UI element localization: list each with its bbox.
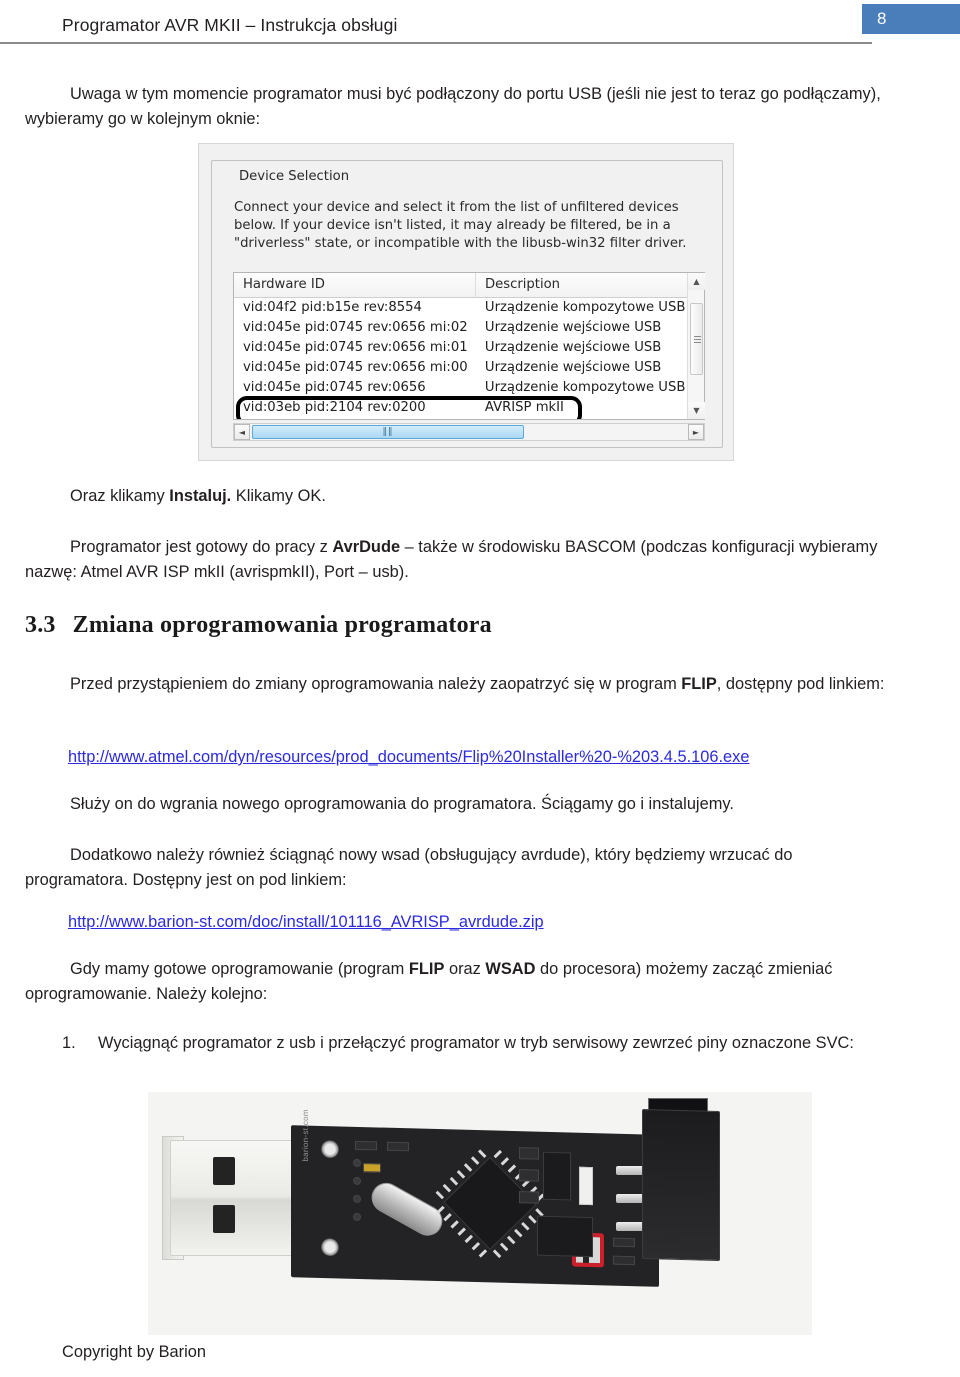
groupbox-title: Device Selection (234, 169, 355, 184)
smd-pad (353, 1212, 361, 1222)
ready-to-change-paragraph: Gdy mamy gotowe oprogramowanie (program … (25, 957, 890, 1007)
smd-resistor (613, 1237, 635, 1248)
vertical-scrollbar[interactable]: ▲ ▼ (687, 273, 705, 419)
ready-change-bold-flip: FLIP (408, 960, 445, 978)
smd-pad (353, 1176, 361, 1186)
flip-purpose-paragraph: Służy on do wgrania nowego oprogramowani… (70, 795, 734, 813)
cell-description: Urządzenie kompozytowe USB (484, 300, 686, 315)
flip-download-link-wrapper: http://www.atmel.com/dyn/resources/prod_… (68, 748, 749, 767)
cell-hardware-id: vid:045e pid:0745 rev:0656 mi:00 (243, 360, 468, 375)
cell-description: Urządzenie kompozytowe USB (484, 380, 686, 395)
programmer-board-photo: barion-st.com (148, 1092, 812, 1335)
scrollbar-grip-icon (694, 336, 701, 343)
header-divider-rule (0, 42, 872, 44)
smd-capacitor (519, 1191, 539, 1204)
flip-download-link[interactable]: http://www.atmel.com/dyn/resources/prod_… (68, 748, 749, 766)
column-header-hardware-id[interactable]: Hardware ID (234, 273, 476, 298)
smd-resistor (355, 1140, 377, 1151)
pcb-mounting-hole (321, 1237, 339, 1257)
table-row-avrisp-mkii-highlighted[interactable]: vid:03eb pid:2104 rev:0200 AVRISP mkII (234, 396, 687, 419)
pcb-silkscreen-brand: barion-st.com (301, 1109, 310, 1162)
flip-text-2: , dostępny pod linkiem: (716, 675, 885, 693)
idc-connector-header (642, 1108, 720, 1262)
ready-change-text-2: oraz (444, 960, 486, 978)
flip-bold: FLIP (681, 675, 717, 693)
section-title: Zmiana oprogramowania programatora (72, 612, 492, 638)
cell-hardware-id: vid:045e pid:0745 rev:0656 mi:02 (243, 320, 468, 335)
pcb-mounting-hole (321, 1139, 339, 1159)
soic-chip (537, 1215, 593, 1258)
flip-requirement-paragraph: Przed przystąpieniem do zmiany oprogramo… (25, 672, 885, 697)
cell-hardware-id: vid:03eb pid:2104 rev:0200 (243, 400, 426, 415)
device-selection-dialog-screenshot: Device Selection Connect your device and… (198, 143, 734, 461)
avrdude-ready-paragraph: Programator jest gotowy do pracy z AvrDu… (25, 535, 895, 585)
wsad-download-link[interactable]: http://www.barion-st.com/doc/install/101… (68, 913, 544, 931)
avrdude-ready-text-1: Programator jest gotowy do pracy z (70, 538, 333, 556)
horizontal-scrollbar[interactable]: ◄ ‖‖ ► (233, 423, 705, 441)
vertical-scrollbar-thumb[interactable] (690, 303, 703, 375)
list-item-text: Wyciągnąć programator z usb i przełączyć… (98, 1034, 854, 1052)
numbered-step-list: 1. Wyciągnąć programator z usb i przełąc… (62, 1031, 892, 1056)
table-row[interactable]: vid:045e pid:0745 rev:0656 mi:00 Urządze… (234, 358, 687, 378)
smd-capacitor (519, 1169, 539, 1182)
column-header-description[interactable]: Description (476, 273, 687, 298)
white-component (579, 1166, 593, 1206)
document-header-title: Programator AVR MKII – Instrukcja obsług… (62, 15, 398, 35)
pcb-board: barion-st.com (291, 1109, 659, 1287)
intro-paragraph: Uwaga w tym momencie programator musi by… (25, 85, 881, 128)
scroll-up-arrow-icon[interactable]: ▲ (688, 273, 705, 290)
wsad-requirement-paragraph: Dodatkowo należy również ściągnąć nowy w… (25, 846, 793, 889)
table-row[interactable]: vid:045e pid:0745 rev:0656 mi:02 Urządze… (234, 318, 687, 338)
scroll-down-arrow-icon[interactable]: ▼ (688, 402, 705, 419)
dialog-instructions-text: Connect your device and select it from t… (234, 200, 687, 251)
cell-description: AVRISP mkII (484, 400, 564, 415)
section-heading: 3.3 Zmiana oprogramowania programatora (25, 612, 492, 639)
footer-copyright: Copyright by Barion (62, 1343, 206, 1361)
device-list-table[interactable]: Hardware ID Description vid:04f2 pid:b15… (234, 273, 687, 419)
list-item: 1. Wyciągnąć programator z usb i przełąc… (62, 1031, 892, 1056)
cell-hardware-id: vid:045e pid:0745 rev:0656 mi:01 (243, 340, 468, 355)
install-click-text-1: Oraz klikamy (70, 487, 170, 505)
cell-description: Urządzenie wejściowe USB (484, 340, 662, 355)
status-led (363, 1163, 381, 1173)
smd-capacitor (519, 1147, 539, 1160)
cell-description: Urządzenie wejściowe USB (484, 320, 662, 335)
page-header: Programator AVR MKII – Instrukcja obsług… (0, 0, 960, 48)
install-click-paragraph: Oraz klikamy Instaluj. Klikamy OK. (25, 484, 885, 509)
page-number-badge: 8 (862, 4, 960, 34)
flip-text-1: Przed przystąpieniem do zmiany oprogramo… (70, 675, 682, 693)
ready-change-text-1: Gdy mamy gotowe oprogramowanie (program (70, 960, 409, 978)
section-number: 3.3 (25, 612, 56, 638)
smd-pad (353, 1194, 361, 1204)
table-row[interactable]: vid:045e pid:0745 rev:0656 Urządzenie ko… (234, 378, 687, 398)
scroll-left-arrow-icon[interactable]: ◄ (234, 424, 250, 440)
ready-change-bold-wsad: WSAD (485, 960, 536, 978)
horizontal-scrollbar-thumb[interactable]: ‖‖ (252, 425, 524, 439)
install-click-text-2: Klikamy OK. (231, 487, 326, 505)
install-click-bold: Instaluj. (169, 487, 232, 505)
device-list-header-row: Hardware ID Description (234, 273, 687, 298)
device-list-container[interactable]: Hardware ID Description vid:04f2 pid:b15… (233, 272, 705, 420)
wsad-download-link-wrapper: http://www.barion-st.com/doc/install/101… (68, 913, 544, 932)
horizontal-scrollbar-track[interactable]: ‖‖ (250, 424, 688, 440)
table-row[interactable]: vid:045e pid:0745 rev:0656 mi:01 Urządze… (234, 338, 687, 358)
voltage-regulator (543, 1151, 571, 1201)
smd-pad (353, 1158, 361, 1168)
cell-hardware-id: vid:045e pid:0745 rev:0656 (243, 380, 426, 395)
table-row[interactable]: vid:04f2 pid:b15e rev:8554 Urządzenie ko… (234, 298, 687, 318)
list-item-number: 1. (62, 1034, 76, 1052)
cell-description: Urządzenie wejściowe USB (484, 360, 662, 375)
scroll-right-arrow-icon[interactable]: ► (688, 424, 704, 440)
cell-hardware-id: vid:04f2 pid:b15e rev:8554 (243, 300, 422, 315)
smd-resistor (613, 1255, 635, 1266)
device-selection-groupbox: Device Selection Connect your device and… (211, 160, 723, 448)
usb-connector-plug (170, 1140, 298, 1256)
avrdude-bold: AvrDude (332, 538, 401, 556)
smd-resistor (387, 1141, 409, 1152)
